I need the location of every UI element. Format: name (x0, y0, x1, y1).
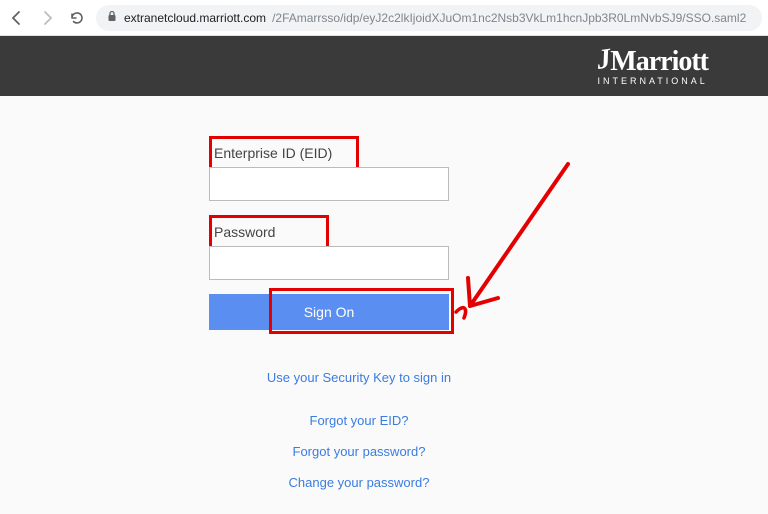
security-key-link[interactable]: Use your Security Key to sign in (209, 370, 509, 385)
eid-input[interactable] (209, 167, 449, 201)
url-host: extranetcloud.marriott.com (124, 11, 266, 25)
forgot-password-link[interactable]: Forgot your password? (209, 444, 509, 459)
login-form: Enterprise ID (EID) Password Sign On Use… (209, 136, 509, 506)
password-label: Password (212, 218, 281, 246)
password-field-group: Password (209, 215, 509, 280)
main-content: Enterprise ID (EID) Password Sign On Use… (0, 96, 768, 506)
annotation-highlight-password: Password (209, 215, 329, 249)
marriott-logo: JMarriott INTERNATIONAL (597, 46, 708, 86)
forgot-eid-link[interactable]: Forgot your EID? (209, 413, 509, 428)
change-password-link[interactable]: Change your password? (209, 475, 509, 490)
url-path: /2FAmarrsso/idp/eyJ2c2lkIjoidXJuOm1nc2Ns… (272, 11, 746, 25)
logo-text: Marriott (610, 46, 708, 77)
eid-label: Enterprise ID (EID) (212, 139, 338, 167)
logo-subtext: INTERNATIONAL (597, 76, 708, 86)
reload-button[interactable] (66, 7, 88, 29)
browser-toolbar: extranetcloud.marriott.com/2FAmarrsso/id… (0, 0, 768, 36)
annotation-highlight-eid: Enterprise ID (EID) (209, 136, 359, 170)
forward-button[interactable] (36, 7, 58, 29)
header: JMarriott INTERNATIONAL (0, 36, 768, 96)
address-bar[interactable]: extranetcloud.marriott.com/2FAmarrsso/id… (96, 5, 762, 31)
help-links: Use your Security Key to sign in Forgot … (209, 370, 509, 490)
eid-field-group: Enterprise ID (EID) (209, 136, 509, 201)
signon-button[interactable]: Sign On (209, 294, 449, 330)
lock-icon (106, 10, 118, 25)
back-button[interactable] (6, 7, 28, 29)
password-input[interactable] (209, 246, 449, 280)
signon-group: Sign On (209, 294, 449, 330)
